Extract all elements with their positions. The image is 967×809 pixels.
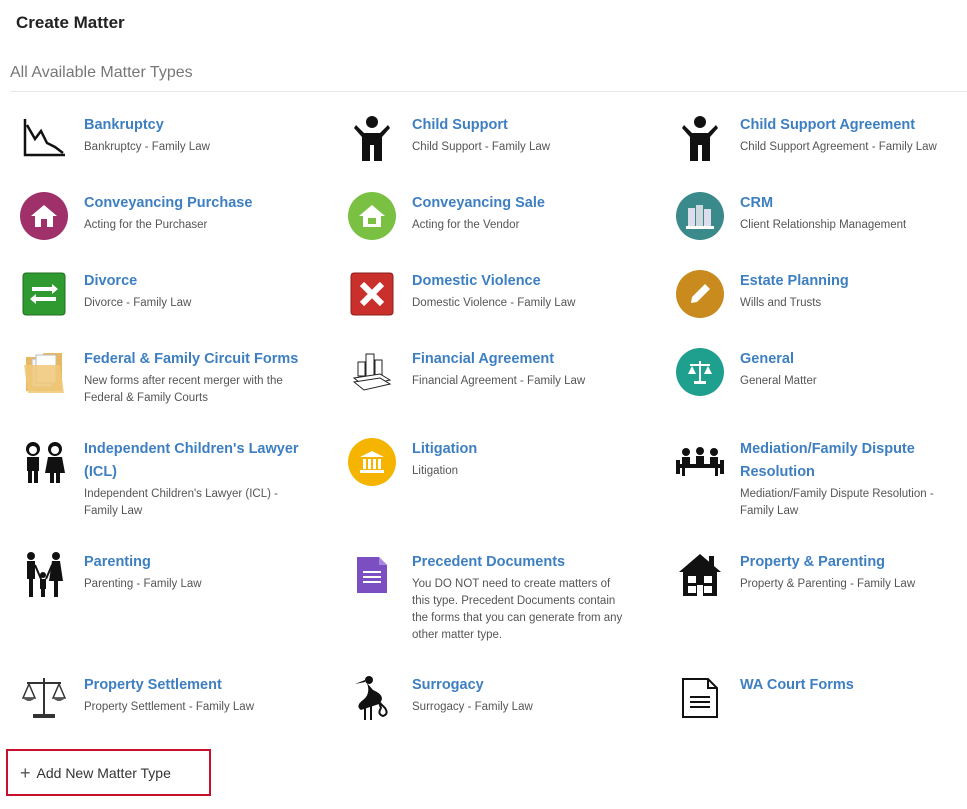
matter-parenting[interactable]: Parenting Parenting - Family Law xyxy=(0,551,300,599)
pen-icon xyxy=(676,270,724,318)
add-button-label: Add New Matter Type xyxy=(36,764,171,781)
matter-name[interactable]: CRM xyxy=(740,192,956,215)
arrows-icon xyxy=(20,270,68,318)
binders-icon xyxy=(676,192,724,240)
matter-name[interactable]: Precedent Documents xyxy=(412,551,628,574)
matter-desc: Parenting - Family Law xyxy=(84,578,202,590)
matter-conveyancing-purchase[interactable]: Conveyancing Purchase Acting for the Pur… xyxy=(0,192,300,240)
meeting-icon xyxy=(676,438,724,486)
page-title: Create Matter xyxy=(16,13,125,32)
matter-desc: Bankruptcy - Family Law xyxy=(84,141,210,153)
matter-mediation[interactable]: Mediation/Family Dispute Resolution Medi… xyxy=(656,438,956,520)
matter-name[interactable]: Parenting xyxy=(84,551,300,574)
matter-surrogacy[interactable]: Surrogacy Surrogacy - Family Law xyxy=(328,674,628,722)
matter-general[interactable]: General General Matter xyxy=(656,348,956,396)
matter-conveyancing-sale[interactable]: Conveyancing Sale Acting for the Vendor xyxy=(328,192,628,240)
matter-desc: General Matter xyxy=(740,375,817,387)
matter-name[interactable]: Child Support Agreement xyxy=(740,114,956,137)
matter-litigation[interactable]: Litigation Litigation xyxy=(328,438,628,486)
matter-desc: Acting for the Purchaser xyxy=(84,219,208,231)
home-icon xyxy=(676,551,724,599)
matter-name[interactable]: Estate Planning xyxy=(740,270,956,293)
x-icon xyxy=(348,270,396,318)
scales-icon xyxy=(676,348,724,396)
child-icon xyxy=(348,114,396,162)
matter-desc: Property Settlement - Family Law xyxy=(84,701,255,713)
house-icon xyxy=(20,192,68,240)
balance-scale-icon xyxy=(20,674,68,722)
child-icon xyxy=(676,114,724,162)
matter-name[interactable]: Independent Children's Lawyer (ICL) xyxy=(84,438,300,484)
matter-name[interactable]: Surrogacy xyxy=(412,674,628,697)
matter-name[interactable]: Financial Agreement xyxy=(412,348,628,371)
section-title: All Available Matter Types xyxy=(10,64,193,81)
matter-name[interactable]: Property & Parenting xyxy=(740,551,956,574)
matter-desc: Domestic Violence - Family Law xyxy=(412,297,576,309)
matter-desc: Surrogacy - Family Law xyxy=(412,701,533,713)
matter-icl[interactable]: Independent Children's Lawyer (ICL) Inde… xyxy=(0,438,300,520)
matter-name[interactable]: Domestic Violence xyxy=(412,270,628,293)
matter-child-support[interactable]: Child Support Child Support - Family Law xyxy=(328,114,628,162)
matter-desc: Mediation/Family Dispute Resolution - Fa… xyxy=(740,488,934,517)
children-icon xyxy=(20,438,68,486)
matter-wa-court-forms[interactable]: WA Court Forms xyxy=(656,674,956,722)
matter-crm[interactable]: CRM Client Relationship Management xyxy=(656,192,956,240)
money-city-icon xyxy=(348,348,396,396)
matter-estate-planning[interactable]: Estate Planning Wills and Trusts xyxy=(656,270,956,318)
matter-property-parenting[interactable]: Property & Parenting Property & Parentin… xyxy=(656,551,956,599)
matter-child-support-agreement[interactable]: Child Support Agreement Child Support Ag… xyxy=(656,114,956,162)
matter-desc: Child Support Agreement - Family Law xyxy=(740,141,937,153)
matter-name[interactable]: Property Settlement xyxy=(84,674,300,697)
add-new-matter-type-button[interactable]: + Add New Matter Type xyxy=(6,749,211,796)
matter-name[interactable]: Bankruptcy xyxy=(84,114,300,137)
matter-desc: Divorce - Family Law xyxy=(84,297,192,309)
folder-icon xyxy=(20,348,68,396)
matter-desc: Financial Agreement - Family Law xyxy=(412,375,586,387)
family-icon xyxy=(20,551,68,599)
matter-desc: New forms after recent merger with the F… xyxy=(84,375,283,404)
matter-financial-agreement[interactable]: Financial Agreement Financial Agreement … xyxy=(328,348,628,396)
matter-name[interactable]: Divorce xyxy=(84,270,300,293)
stork-icon xyxy=(348,674,396,722)
document-icon xyxy=(348,551,396,599)
matter-name[interactable]: Federal & Family Circuit Forms xyxy=(84,348,300,371)
matter-name[interactable]: General xyxy=(740,348,956,371)
plus-icon: + xyxy=(20,762,31,783)
matter-desc: You DO NOT need to create matters of thi… xyxy=(412,578,623,641)
matter-name[interactable]: WA Court Forms xyxy=(740,674,956,697)
matter-precedent-documents[interactable]: Precedent Documents You DO NOT need to c… xyxy=(328,551,628,644)
matter-desc: Independent Children's Lawyer (ICL) - Fa… xyxy=(84,488,278,517)
house-icon xyxy=(348,192,396,240)
matter-desc: Child Support - Family Law xyxy=(412,141,551,153)
matter-desc: Litigation xyxy=(412,465,459,477)
form-icon xyxy=(676,674,724,722)
matter-name[interactable]: Child Support xyxy=(412,114,628,137)
divider xyxy=(10,91,967,92)
matter-property-settlement[interactable]: Property Settlement Property Settlement … xyxy=(0,674,300,722)
courthouse-icon xyxy=(348,438,396,486)
matter-desc: Property & Parenting - Family Law xyxy=(740,578,916,590)
matter-name[interactable]: Mediation/Family Dispute Resolution xyxy=(740,438,956,484)
matter-name[interactable]: Conveyancing Purchase xyxy=(84,192,300,215)
matter-name[interactable]: Conveyancing Sale xyxy=(412,192,628,215)
matter-desc: Wills and Trusts xyxy=(740,297,822,309)
matter-divorce[interactable]: Divorce Divorce - Family Law xyxy=(0,270,300,318)
matter-bankruptcy[interactable]: Bankruptcy Bankruptcy - Family Law xyxy=(0,114,300,162)
bankruptcy-chart-icon xyxy=(20,114,68,162)
matter-federal-family-circuit-forms[interactable]: Federal & Family Circuit Forms New forms… xyxy=(0,348,300,407)
matter-name[interactable]: Litigation xyxy=(412,438,628,461)
matter-desc: Acting for the Vendor xyxy=(412,219,520,231)
matter-domestic-violence[interactable]: Domestic Violence Domestic Violence - Fa… xyxy=(328,270,628,318)
matter-desc: Client Relationship Management xyxy=(740,219,907,231)
